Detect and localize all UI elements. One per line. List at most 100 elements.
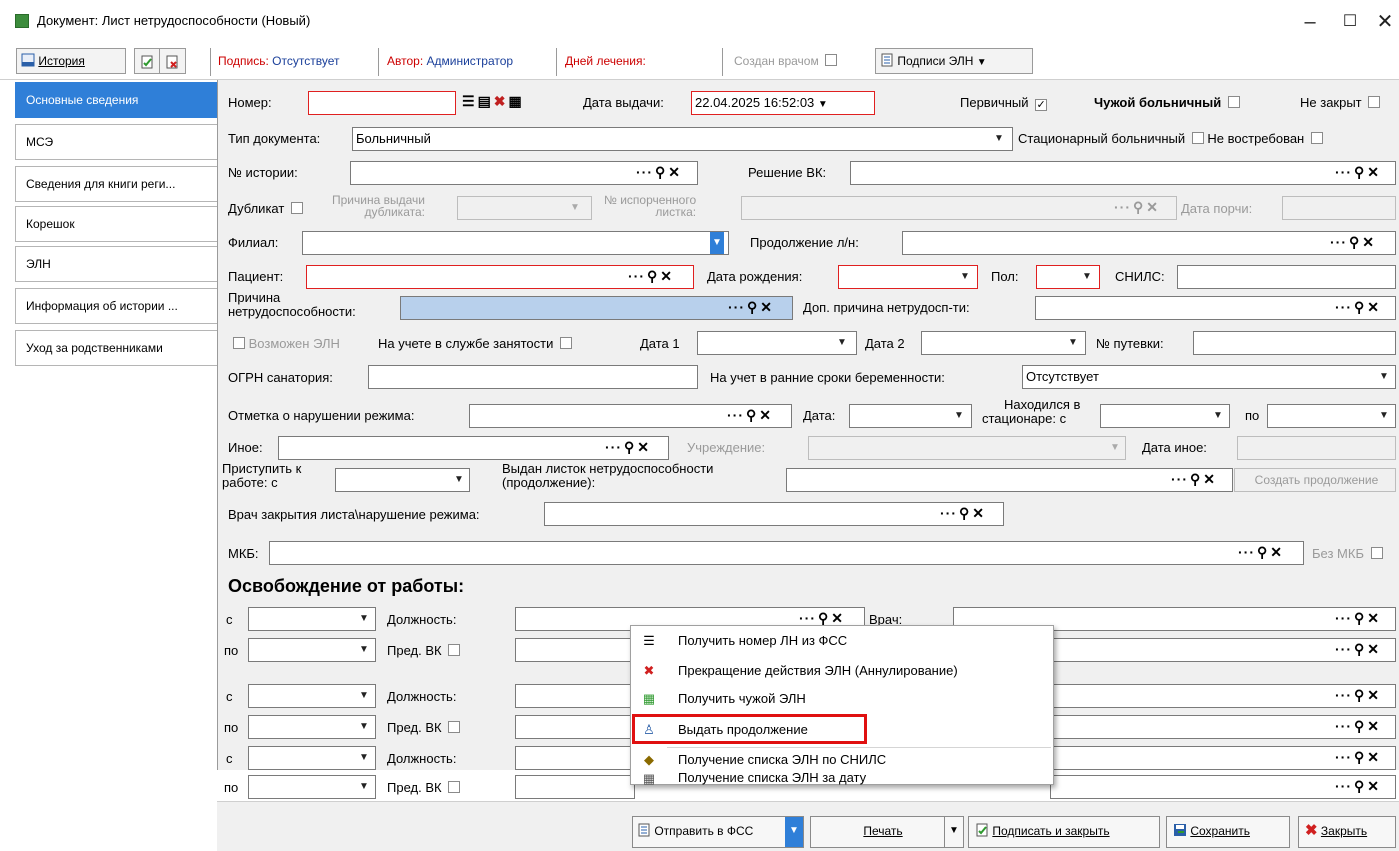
annul-doc-icon[interactable]: ✖ — [494, 91, 507, 111]
clear-icon[interactable]: ✕ — [637, 437, 650, 457]
sign-doc-button[interactable] — [134, 48, 160, 74]
more-icon[interactable]: ··· — [1335, 162, 1352, 182]
menu-item-annul-eln[interactable]: ✖ Прекращение действия ЭЛН (Аннулировани… — [632, 659, 1052, 683]
branch-select[interactable] — [302, 231, 729, 255]
unclaimed-checkbox[interactable] — [1310, 132, 1323, 144]
chevron-down-icon[interactable]: ▼ — [357, 608, 371, 630]
pregnancy-select[interactable]: Отсутствует — [1022, 365, 1396, 389]
tab-stub[interactable]: Корешок — [15, 206, 217, 242]
sign-close-button[interactable]: Подписать и закрыть — [968, 816, 1160, 848]
chevron-down-icon[interactable]: ▼ — [710, 232, 724, 254]
voucher-input[interactable] — [1193, 331, 1396, 355]
mkb-input[interactable] — [269, 541, 1304, 565]
clear-icon[interactable]: ✕ — [1367, 776, 1380, 796]
minimize-button[interactable]: – — [1295, 8, 1325, 36]
chevron-down-icon[interactable]: ▼ — [357, 685, 371, 707]
snils-input[interactable] — [1177, 265, 1396, 289]
search-icon[interactable]: ⚲ — [747, 297, 758, 317]
clear-icon[interactable]: ✕ — [1367, 608, 1380, 628]
more-icon[interactable]: ··· — [628, 266, 645, 286]
chevron-down-icon[interactable]: ▼ — [1377, 405, 1391, 427]
menu-item-eln-by-date[interactable]: ▦ Получение списка ЭЛН за дату — [632, 771, 1052, 787]
chair-vk-input[interactable] — [515, 775, 635, 799]
foreign-checkbox[interactable] — [1227, 96, 1240, 108]
more-icon[interactable]: ··· — [940, 503, 957, 523]
employment-checkbox[interactable] — [559, 337, 572, 349]
continuation-input[interactable] — [902, 231, 1396, 255]
more-icon[interactable]: ··· — [1330, 232, 1347, 252]
chevron-down-icon[interactable]: ▼ — [357, 776, 371, 798]
search-icon[interactable]: ⚲ — [1190, 469, 1201, 489]
start-work-input[interactable] — [335, 468, 470, 492]
no-mkb-checkbox[interactable] — [1370, 547, 1383, 559]
search-icon[interactable]: ⚲ — [1354, 639, 1365, 659]
menu-item-get-ln-number[interactable]: ☰ Получить номер ЛН из ФСС — [632, 629, 1052, 653]
not-closed-checkbox[interactable] — [1368, 96, 1381, 108]
chair-vk-checkbox[interactable] — [448, 644, 461, 656]
search-icon[interactable]: ⚲ — [624, 437, 635, 457]
chair-vk-input[interactable] — [515, 638, 635, 662]
clear-icon[interactable]: ✕ — [1367, 747, 1380, 767]
save-button[interactable]: Сохранить — [1166, 816, 1290, 848]
chevron-down-icon[interactable]: ▼ — [357, 716, 371, 738]
more-icon[interactable]: ··· — [1335, 776, 1352, 796]
search-icon[interactable]: ⚲ — [647, 266, 658, 286]
ogrn-input[interactable] — [368, 365, 698, 389]
clear-icon[interactable]: ✕ — [1270, 542, 1283, 562]
clear-icon[interactable]: ✕ — [759, 405, 772, 425]
clear-icon[interactable]: ✕ — [760, 297, 773, 317]
tab-registry-book[interactable]: Сведения для книги реги... — [15, 166, 217, 202]
birth-input[interactable] — [838, 265, 978, 289]
inpatient-checkbox[interactable] — [1191, 132, 1204, 144]
more-icon[interactable]: ··· — [1335, 639, 1352, 659]
close-button[interactable]: ✖ Закрыть — [1298, 816, 1396, 848]
more-icon[interactable]: ··· — [636, 162, 653, 182]
clear-icon[interactable]: ✕ — [1367, 639, 1380, 659]
chevron-down-icon[interactable]: ▼ — [785, 817, 803, 847]
doc-icon[interactable]: ▤ — [478, 91, 492, 111]
doc-add-icon[interactable]: ▦ — [509, 91, 523, 111]
duplicate-checkbox[interactable] — [290, 202, 303, 214]
chair-vk-checkbox[interactable] — [448, 781, 461, 793]
more-icon[interactable]: ··· — [1335, 685, 1352, 705]
close-window-button[interactable]: ✕ — [1370, 8, 1399, 36]
print-dropdown-button[interactable]: ▼ — [944, 816, 964, 848]
tab-mse[interactable]: МСЭ — [15, 124, 217, 160]
chair-vk-input[interactable] — [515, 715, 635, 739]
more-icon[interactable]: ··· — [727, 405, 744, 425]
other-date-input[interactable] — [1237, 436, 1396, 460]
search-icon[interactable]: ⚲ — [1354, 685, 1365, 705]
more-icon[interactable]: ··· — [605, 437, 622, 457]
search-icon[interactable]: ⚲ — [655, 162, 666, 182]
chevron-down-icon[interactable]: ▼ — [357, 747, 371, 769]
institution-select[interactable] — [808, 436, 1126, 460]
date1-input[interactable] — [697, 331, 857, 355]
clear-icon[interactable]: ✕ — [1367, 162, 1380, 182]
vk-decision-input[interactable] — [850, 161, 1396, 185]
search-icon[interactable]: ⚲ — [1257, 542, 1268, 562]
clear-icon[interactable]: ✕ — [660, 266, 673, 286]
chevron-down-icon[interactable]: ▼ — [1066, 332, 1080, 354]
tab-history-info[interactable]: Информация об истории ... — [15, 288, 217, 324]
clear-icon[interactable]: ✕ — [1367, 716, 1380, 736]
spoil-date-input[interactable] — [1282, 196, 1396, 220]
chevron-down-icon[interactable]: ▼ — [1211, 405, 1225, 427]
maximize-button[interactable]: ☐ — [1335, 8, 1365, 36]
more-icon[interactable]: ··· — [1238, 542, 1255, 562]
chevron-down-icon[interactable]: ▼ — [992, 128, 1006, 150]
chevron-down-icon[interactable]: ▼ — [1080, 266, 1094, 288]
history-button[interactable]: История — [16, 48, 126, 74]
created-by-doctor-checkbox[interactable] — [825, 54, 838, 66]
issued-input[interactable] — [786, 468, 1233, 492]
create-continuation-button[interactable]: Создать продолжение — [1234, 468, 1396, 492]
search-icon[interactable]: ⚲ — [1349, 232, 1360, 252]
search-icon[interactable]: ⚲ — [1354, 747, 1365, 767]
list-number-icon[interactable]: ☰ — [462, 91, 476, 111]
doc-type-select[interactable]: Больничный — [352, 127, 1013, 151]
chevron-down-icon[interactable]: ▼ — [1377, 366, 1391, 388]
clear-icon[interactable]: ✕ — [1367, 297, 1380, 317]
position-input[interactable] — [515, 746, 635, 770]
close-doctor-input[interactable] — [544, 502, 1004, 526]
more-icon[interactable]: ··· — [728, 297, 745, 317]
more-icon[interactable]: ··· — [1335, 608, 1352, 628]
